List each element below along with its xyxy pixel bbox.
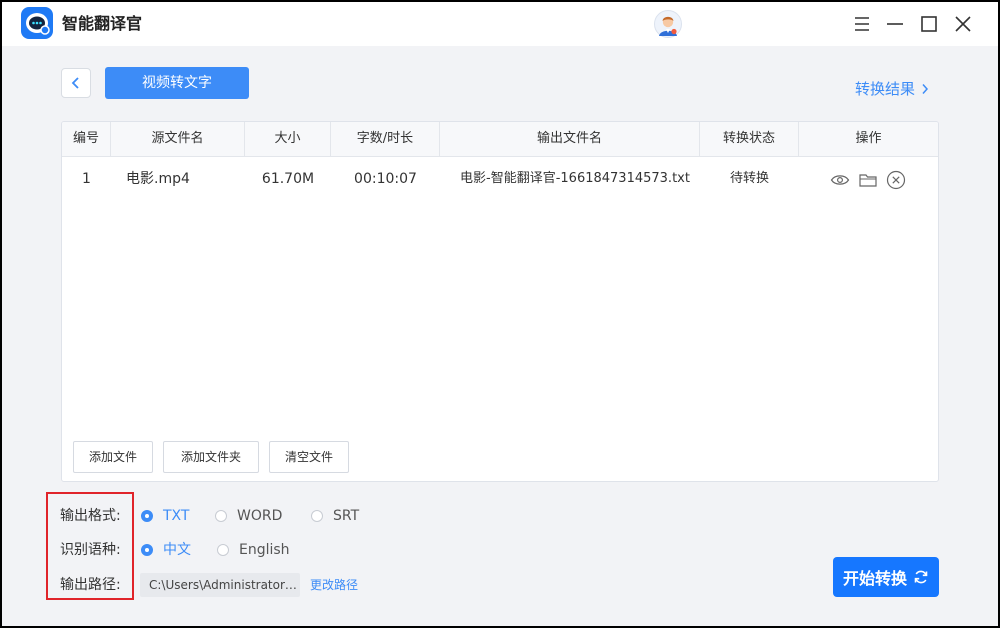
radio-dot xyxy=(141,510,153,522)
start-conversion-label: 开始转换 xyxy=(842,569,907,588)
close-icon[interactable] xyxy=(953,14,973,34)
add-file-button[interactable]: 添加文件 xyxy=(73,441,153,473)
clear-files-button[interactable]: 清空文件 xyxy=(269,441,349,473)
table-header: 编号 源文件名 大小 字数/时长 输出文件名 转换状态 操作 xyxy=(62,122,938,157)
language-english-label: English xyxy=(239,542,290,558)
format-radio-word[interactable]: WORD xyxy=(215,506,282,526)
delete-circle-x-icon[interactable] xyxy=(886,170,906,190)
start-conversion-button[interactable]: 开始转换 xyxy=(833,557,939,597)
row-id: 1 xyxy=(82,171,91,187)
chevron-left-icon xyxy=(71,77,79,89)
col-header-status: 转换状态 xyxy=(700,122,799,156)
row-source-file: 电影.mp4 xyxy=(126,171,190,187)
col-header-actions: 操作 xyxy=(855,131,882,146)
mode-tab-video-to-text[interactable]: 视频转文字 xyxy=(105,67,249,99)
language-chinese-label: 中文 xyxy=(163,542,191,558)
language-radio-english[interactable]: English xyxy=(217,540,290,560)
output-path-field[interactable]: C:\Users\Administrator\Desktop xyxy=(140,573,300,597)
format-radio-srt[interactable]: SRT xyxy=(311,506,359,526)
open-folder-icon[interactable] xyxy=(858,170,878,190)
row-actions xyxy=(798,170,938,190)
format-radio-txt[interactable]: TXT xyxy=(141,506,189,526)
change-path-link[interactable]: 更改路径 xyxy=(310,577,358,593)
language-radio-chinese[interactable]: 中文 xyxy=(141,540,191,560)
col-header-output: 输出文件名 xyxy=(440,122,700,156)
output-format-label: 输出格式: xyxy=(60,508,121,524)
conversion-result-label: 转换结果 xyxy=(855,80,916,98)
app-title: 智能翻译官 xyxy=(62,14,143,33)
minimize-icon[interactable] xyxy=(885,14,905,34)
row-duration: 00:10:07 xyxy=(354,171,417,187)
app-logo-icon xyxy=(21,7,53,39)
row-size: 61.70M xyxy=(261,171,315,187)
radio-dot xyxy=(311,510,323,522)
title-bar: 智能翻译官 xyxy=(2,2,998,46)
file-table-panel: 编号 源文件名 大小 字数/时长 输出文件名 转换状态 操作 1 电影.mp4 … xyxy=(61,121,939,482)
radio-dot xyxy=(215,510,227,522)
col-header-source: 源文件名 xyxy=(111,122,245,156)
user-avatar[interactable] xyxy=(654,10,682,38)
menu-icon[interactable] xyxy=(852,14,872,34)
back-button[interactable] xyxy=(61,68,91,98)
radio-dot xyxy=(141,544,153,556)
col-header-size: 大小 xyxy=(245,122,331,156)
recognition-language-label: 识别语种: xyxy=(60,542,121,558)
format-srt-label: SRT xyxy=(333,508,360,524)
conversion-result-link[interactable]: 转换结果 xyxy=(855,78,929,99)
col-header-id: 编号 xyxy=(62,122,111,156)
chevron-right-icon xyxy=(922,83,929,94)
format-txt-label: TXT xyxy=(163,508,190,524)
add-folder-button[interactable]: 添加文件夹 xyxy=(163,441,259,473)
refresh-icon xyxy=(914,570,928,584)
maximize-icon[interactable] xyxy=(919,14,939,34)
preview-eye-icon[interactable] xyxy=(830,170,850,190)
col-header-duration: 字数/时长 xyxy=(331,122,440,156)
output-path-label: 输出路径: xyxy=(60,577,121,593)
format-word-label: WORD xyxy=(237,508,283,524)
row-status: 待转换 xyxy=(729,171,769,186)
app-window: 智能翻译官 视频转文字 转换结果 编号 源文件名 大小 字数/时长 输出文件名 … xyxy=(2,2,998,626)
table-row[interactable]: 1 电影.mp4 61.70M 00:10:07 电影-智能翻译官-166184… xyxy=(62,157,938,201)
row-output-file: 电影-智能翻译官-1661847314573.txt xyxy=(460,171,690,186)
radio-dot xyxy=(217,544,229,556)
